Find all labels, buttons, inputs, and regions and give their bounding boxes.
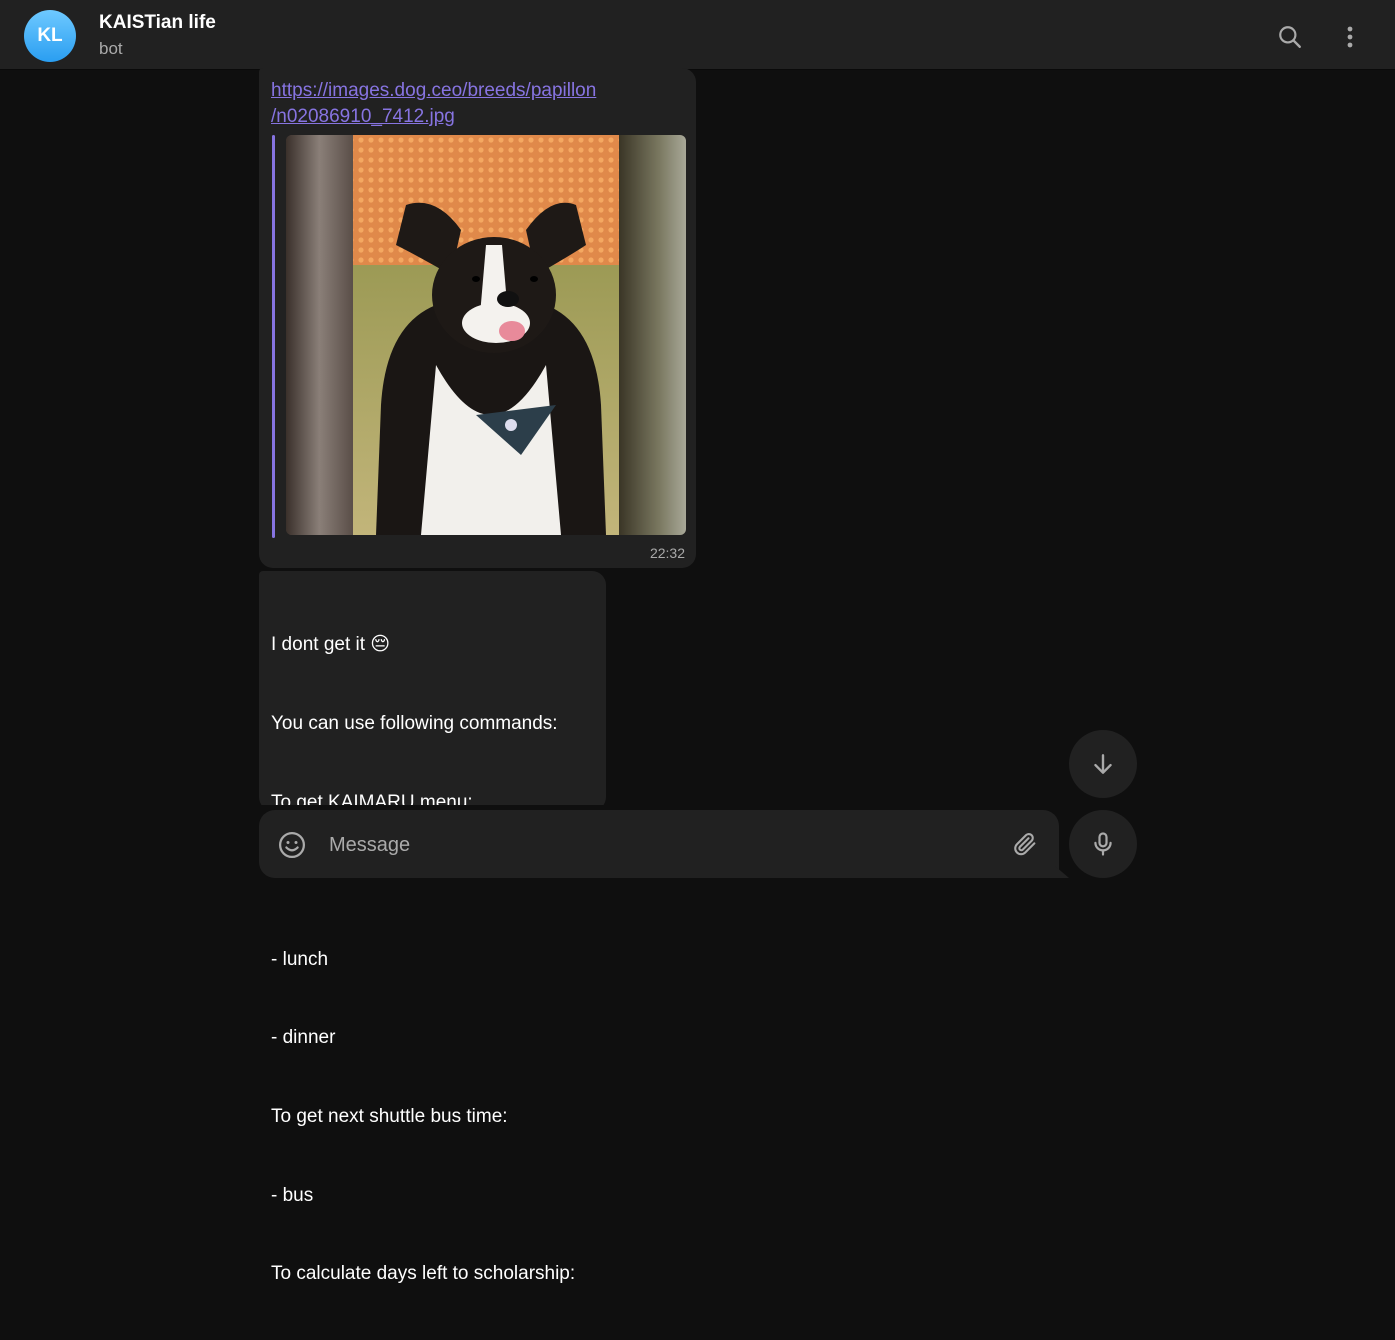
chat-title[interactable]: KAISTian life: [99, 12, 216, 34]
message-composer: [259, 810, 1059, 878]
message-line: I dont get it 😔: [271, 634, 391, 656]
message-line: - bus: [271, 1184, 314, 1206]
more-vertical-icon: [1347, 26, 1353, 48]
search-icon: [1279, 26, 1301, 48]
attach-icon: [1014, 832, 1036, 856]
emoji-button[interactable]: [276, 829, 308, 861]
microphone-icon: [1094, 832, 1112, 856]
dog-photo: [286, 135, 686, 535]
message-line: - lunch: [271, 948, 329, 970]
voice-button[interactable]: [1069, 810, 1137, 878]
message-line: To get next shuttle bus time:: [271, 1106, 508, 1128]
emoji-icon: [279, 832, 305, 858]
message-bubble[interactable]: I dont get it 😔 You can use following co…: [259, 571, 606, 1284]
link-preview-image[interactable]: [286, 135, 686, 535]
avatar[interactable]: KL: [24, 10, 76, 62]
chat-header: KL KAISTian life bot: [0, 0, 1395, 70]
message-line: - dinner: [271, 1027, 336, 1049]
arrow-down-icon: [1094, 754, 1112, 774]
more-options-button[interactable]: [1330, 17, 1370, 57]
search-button[interactable]: [1270, 17, 1310, 57]
attach-button[interactable]: [1009, 828, 1041, 860]
message-time: 22:32: [649, 545, 685, 561]
message-text: I dont get it 😔 You can use following co…: [271, 580, 575, 1340]
chat-status: bot: [99, 39, 123, 58]
image-link[interactable]: https://images.dog.ceo/breeds/papillon /…: [271, 78, 681, 130]
link-preview-bar: [272, 135, 275, 538]
scroll-down-button[interactable]: [1069, 730, 1137, 798]
message-line: You can use following commands:: [271, 713, 558, 735]
message-input[interactable]: [327, 828, 991, 862]
message-bubble[interactable]: https://images.dog.ceo/breeds/papillon /…: [259, 68, 696, 568]
message-line: To calculate days left to scholarship:: [271, 1263, 576, 1285]
